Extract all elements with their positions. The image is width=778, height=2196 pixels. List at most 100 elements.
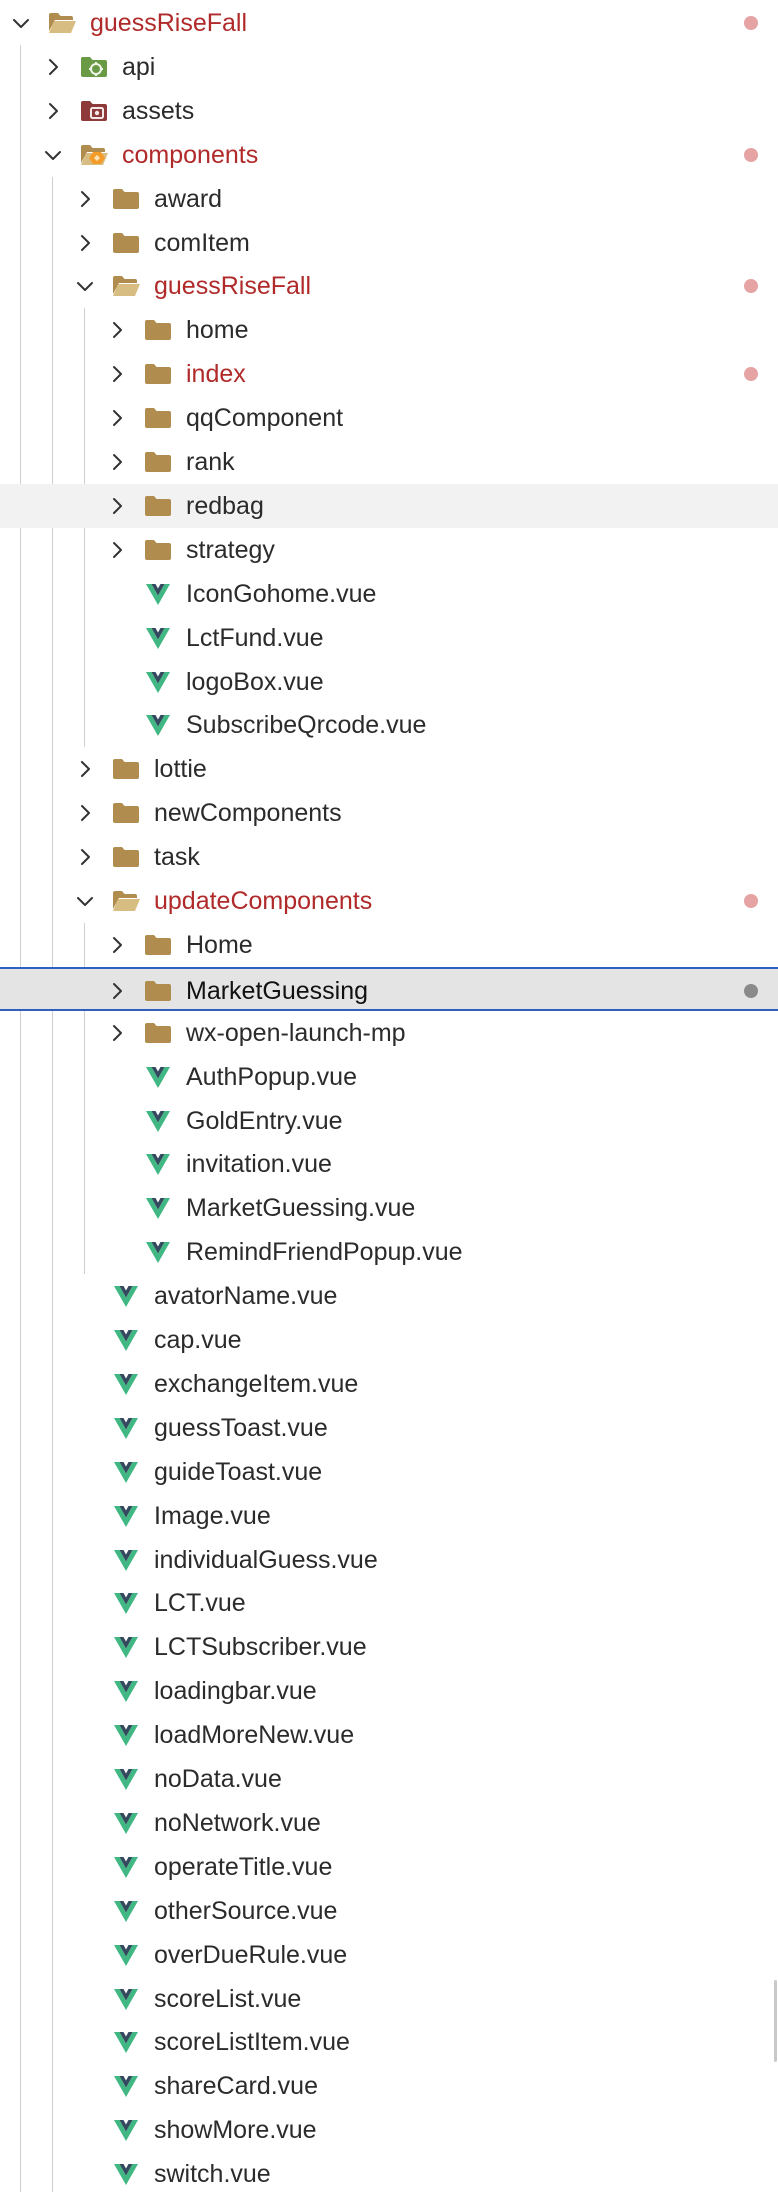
folder-icon xyxy=(111,801,141,825)
tree-folder-guessrisefall[interactable]: guessRiseFall xyxy=(0,1,778,45)
tree-file-cap-vue[interactable]: cap.vue xyxy=(0,1318,778,1362)
vue-file-icon xyxy=(143,1196,173,1220)
tree-file-sharecard-vue[interactable]: shareCard.vue xyxy=(0,2064,778,2108)
tree-folder-components[interactable]: components xyxy=(0,133,778,177)
chevron-right-icon[interactable] xyxy=(74,846,96,868)
vue-file-icon xyxy=(111,1679,141,1703)
tree-folder-strategy[interactable]: strategy xyxy=(0,528,778,572)
tree-file-switch-vue[interactable]: switch.vue xyxy=(0,2152,778,2196)
chevron-right-icon[interactable] xyxy=(42,56,64,78)
tree-item-label: switch.vue xyxy=(154,2160,271,2189)
tree-item-label: scoreList.vue xyxy=(154,1984,302,2013)
tree-file-goldentry-vue[interactable]: GoldEntry.vue xyxy=(0,1099,778,1143)
chevron-down-icon[interactable] xyxy=(74,275,96,297)
vue-file-icon xyxy=(143,670,173,694)
git-status-dot xyxy=(744,147,758,162)
tree-item-label: logoBox.vue xyxy=(186,667,324,696)
tree-file-othersource-vue[interactable]: otherSource.vue xyxy=(0,1889,778,1933)
chevron-right-icon[interactable] xyxy=(106,980,128,1002)
chevron-right-icon[interactable] xyxy=(42,100,64,122)
chevron-right-icon[interactable] xyxy=(106,1022,128,1044)
tree-file-remindfriendpopup-vue[interactable]: RemindFriendPopup.vue xyxy=(0,1230,778,1274)
tree-folder-assets[interactable]: assets xyxy=(0,89,778,133)
tree-folder-qqcomponent[interactable]: qqComponent xyxy=(0,396,778,440)
chevron-down-icon[interactable] xyxy=(74,890,96,912)
tree-folder-guessrisefall[interactable]: guessRiseFall xyxy=(0,264,778,308)
chevron-right-icon[interactable] xyxy=(106,539,128,561)
tree-file-scorelistitem-vue[interactable]: scoreListItem.vue xyxy=(0,2020,778,2064)
tree-file-lctsubscriber-vue[interactable]: LCTSubscriber.vue xyxy=(0,1625,778,1669)
tree-folder-marketguessing[interactable]: MarketGuessing xyxy=(0,966,778,1011)
git-status-dot xyxy=(744,983,758,998)
tree-folder-home[interactable]: Home xyxy=(0,923,778,967)
tree-folder-redbag[interactable]: redbag xyxy=(0,483,778,528)
chevron-right-icon[interactable] xyxy=(106,363,128,385)
chevron-right-icon[interactable] xyxy=(106,407,128,429)
tree-item-label: avatorName.vue xyxy=(154,1282,338,1311)
chevron-right-icon[interactable] xyxy=(106,319,128,341)
tree-folder-wx-open-launch-mp[interactable]: wx-open-launch-mp xyxy=(0,1011,778,1055)
tree-folder-task[interactable]: task xyxy=(0,835,778,879)
tree-file-authpopup-vue[interactable]: AuthPopup.vue xyxy=(0,1055,778,1099)
tree-file-subscribeqrcode-vue[interactable]: SubscribeQrcode.vue xyxy=(0,703,778,747)
tree-file-nonetwork-vue[interactable]: noNetwork.vue xyxy=(0,1801,778,1845)
vue-file-icon xyxy=(111,1460,141,1484)
chevron-right-icon[interactable] xyxy=(106,451,128,473)
tree-item-label: assets xyxy=(122,96,195,125)
scrollbar-thumb[interactable] xyxy=(774,1980,777,2062)
chevron-right-icon[interactable] xyxy=(106,934,128,956)
tree-folder-award[interactable]: award xyxy=(0,177,778,221)
tree-file-guesstoast-vue[interactable]: guessToast.vue xyxy=(0,1406,778,1450)
tree-file-loadingbar-vue[interactable]: loadingbar.vue xyxy=(0,1669,778,1713)
tree-item-label: noNetwork.vue xyxy=(154,1808,321,1837)
tree-folder-index[interactable]: index xyxy=(0,352,778,396)
tree-file-scorelist-vue[interactable]: scoreList.vue xyxy=(0,1977,778,2021)
chevron-right-icon[interactable] xyxy=(74,188,96,210)
tree-file-lct-vue[interactable]: LCT.vue xyxy=(0,1581,778,1625)
tree-item-label: guessRiseFall xyxy=(90,9,248,37)
vue-file-icon xyxy=(111,1987,141,2011)
tree-file-exchangeitem-vue[interactable]: exchangeItem.vue xyxy=(0,1362,778,1406)
tree-item-label: scoreListItem.vue xyxy=(154,2028,350,2057)
file-explorer-tree: guessRiseFall api assets components award com… xyxy=(0,0,778,2192)
tree-folder-home[interactable]: home xyxy=(0,308,778,352)
chevron-right-icon[interactable] xyxy=(74,758,96,780)
tree-file-individualguess-vue[interactable]: individualGuess.vue xyxy=(0,1538,778,1582)
tree-file-image-vue[interactable]: Image.vue xyxy=(0,1494,778,1538)
tree-file-guidetoast-vue[interactable]: guideToast.vue xyxy=(0,1450,778,1494)
tree-item-label: rank xyxy=(186,448,235,476)
tree-file-nodata-vue[interactable]: noData.vue xyxy=(0,1757,778,1801)
tree-folder-newcomponents[interactable]: newComponents xyxy=(0,791,778,835)
tree-file-invitation-vue[interactable]: invitation.vue xyxy=(0,1142,778,1186)
chevron-right-icon[interactable] xyxy=(74,802,96,824)
tree-folder-comitem[interactable]: comItem xyxy=(0,221,778,265)
tree-file-overduerule-vue[interactable]: overDueRule.vue xyxy=(0,1933,778,1977)
chevron-right-icon[interactable] xyxy=(74,232,96,254)
chevron-right-icon[interactable] xyxy=(106,495,128,517)
vue-file-icon xyxy=(143,713,173,737)
tree-file-avatorname-vue[interactable]: avatorName.vue xyxy=(0,1274,778,1318)
vue-file-icon xyxy=(111,2118,141,2142)
tree-file-operatetitle-vue[interactable]: operateTitle.vue xyxy=(0,1845,778,1889)
chevron-down-icon[interactable] xyxy=(10,12,32,34)
vue-file-icon xyxy=(111,1855,141,1879)
tree-folder-rank[interactable]: rank xyxy=(0,440,778,484)
tree-item-label: task xyxy=(154,843,200,872)
tree-item-label: home xyxy=(186,316,249,345)
tree-file-lctfund-vue[interactable]: LctFund.vue xyxy=(0,616,778,660)
tree-item-label: otherSource.vue xyxy=(154,1896,338,1925)
tree-file-showmore-vue[interactable]: showMore.vue xyxy=(0,2108,778,2152)
tree-item-label: invitation.vue xyxy=(186,1150,332,1179)
chevron-down-icon[interactable] xyxy=(42,144,64,166)
tree-file-icongohome-vue[interactable]: IconGohome.vue xyxy=(0,572,778,616)
tree-file-loadmorenew-vue[interactable]: loadMoreNew.vue xyxy=(0,1713,778,1757)
tree-folder-updatecomponents[interactable]: updateComponents xyxy=(0,879,778,923)
tree-item-label: IconGohome.vue xyxy=(186,579,377,608)
tree-item-label: guessRiseFall xyxy=(154,272,312,301)
tree-folder-api[interactable]: api xyxy=(0,45,778,89)
tree-file-marketguessing-vue[interactable]: MarketGuessing.vue xyxy=(0,1186,778,1230)
tree-file-logobox-vue[interactable]: logoBox.vue xyxy=(0,660,778,704)
tree-item-label: LctFund.vue xyxy=(186,623,324,652)
vue-file-icon xyxy=(111,2074,141,2098)
tree-folder-lottie[interactable]: lottie xyxy=(0,747,778,791)
